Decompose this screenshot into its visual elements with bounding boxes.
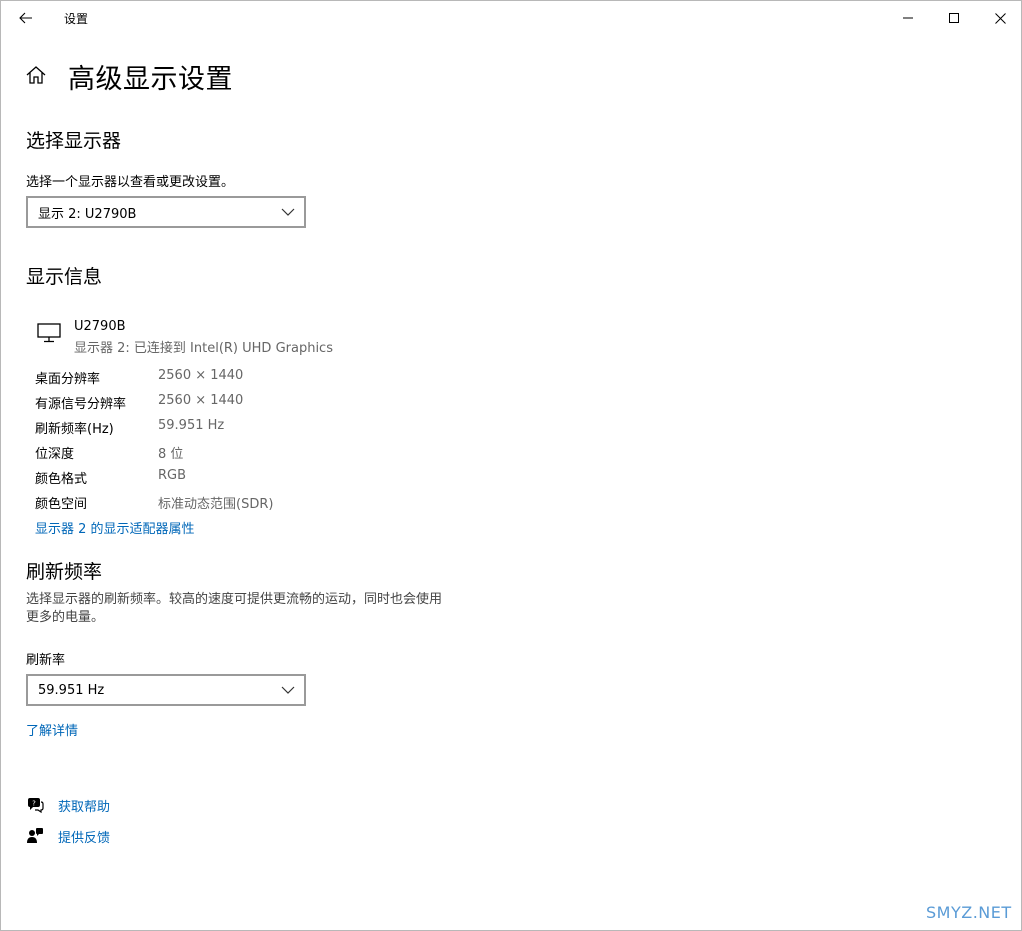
refresh-rate-label: 刷新率 <box>26 653 66 668</box>
select-display-prompt: 选择一个显示器以查看或更改设置。 <box>26 175 235 190</box>
close-button[interactable] <box>977 1 1022 35</box>
home-icon[interactable] <box>25 64 47 86</box>
maximize-icon <box>949 13 959 23</box>
close-icon <box>994 12 1006 24</box>
refresh-rate-heading: 刷新频率 <box>26 561 103 583</box>
info-row-active-signal-resolution: 有源信号分辨率 2560 × 1440 <box>35 393 455 413</box>
display-select-dropdown[interactable]: 显示 2: U2790B <box>26 196 306 228</box>
monitor-icon <box>37 323 61 343</box>
info-value: 8 位 <box>158 447 184 462</box>
maximize-button[interactable] <box>931 1 977 35</box>
feedback-link[interactable]: 提供反馈 <box>26 826 110 846</box>
feedback-label: 提供反馈 <box>58 830 111 846</box>
info-value: 标准动态范围(SDR) <box>158 497 274 512</box>
info-value: RGB <box>158 468 187 483</box>
info-row-bit-depth: 位深度 8 位 <box>35 443 455 463</box>
refresh-rate-dropdown[interactable]: 59.951 Hz <box>26 674 306 706</box>
info-row-color-space: 颜色空间 标准动态范围(SDR) <box>35 493 455 513</box>
info-label: 刷新频率(Hz) <box>35 422 114 437</box>
refresh-desc-line-2: 更多的电量。 <box>26 610 105 625</box>
back-button[interactable] <box>11 5 41 31</box>
info-row-desktop-resolution: 桌面分辨率 2560 × 1440 <box>35 368 455 388</box>
adapter-properties-link[interactable]: 显示器 2 的显示适配器属性 <box>35 518 195 537</box>
info-value: 2560 × 1440 <box>158 368 244 383</box>
learn-more-link[interactable]: 了解详情 <box>26 720 78 739</box>
chevron-down-icon <box>281 686 295 694</box>
display-info-heading: 显示信息 <box>26 266 103 288</box>
display-select-value: 显示 2: U2790B <box>38 206 137 222</box>
watermark-text: SMYZ.NET <box>926 903 1012 922</box>
get-help-label: 获取帮助 <box>58 799 111 815</box>
refresh-rate-value: 59.951 Hz <box>38 682 105 698</box>
get-help-link[interactable]: ? 获取帮助 <box>26 795 110 815</box>
settings-window: 设置 高级显示设置 选择显示器 选择一个显示器以查看或更改设置。 显示 2: U… <box>0 0 1022 931</box>
arrow-left-icon <box>19 12 32 24</box>
minimize-button[interactable] <box>885 1 931 35</box>
title-bar: 设置 <box>1 1 1021 35</box>
help-chat-icon: ? <box>26 796 44 814</box>
refresh-desc-line-1: 选择显示器的刷新频率。较高的速度可提供更流畅的运动，同时也会使用 <box>26 592 443 607</box>
window-title: 设置 <box>64 12 89 26</box>
info-label: 颜色格式 <box>35 472 88 487</box>
minimize-icon <box>903 17 913 19</box>
select-display-heading: 选择显示器 <box>26 130 122 152</box>
info-label: 桌面分辨率 <box>35 372 101 387</box>
feedback-person-icon <box>26 827 44 845</box>
info-label: 颜色空间 <box>35 497 88 512</box>
monitor-connection: 显示器 2: 已连接到 Intel(R) UHD Graphics <box>74 341 333 356</box>
info-label: 有源信号分辨率 <box>35 397 127 412</box>
info-row-color-format: 颜色格式 RGB <box>35 468 455 488</box>
info-row-refresh-rate: 刷新频率(Hz) 59.951 Hz <box>35 418 455 438</box>
info-value: 59.951 Hz <box>158 418 225 433</box>
chevron-down-icon <box>281 208 295 216</box>
info-label: 位深度 <box>35 447 75 462</box>
page-title: 高级显示设置 <box>68 64 233 95</box>
refresh-rate-description: 选择显示器的刷新频率。较高的速度可提供更流畅的运动，同时也会使用 更多的电量。 <box>26 591 486 627</box>
info-value: 2560 × 1440 <box>158 393 244 408</box>
svg-text:?: ? <box>32 800 36 808</box>
monitor-name: U2790B <box>74 319 126 334</box>
